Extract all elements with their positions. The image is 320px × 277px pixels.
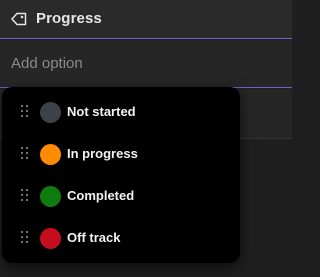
tag-icon <box>10 11 28 27</box>
grip-icon[interactable] <box>21 105 29 119</box>
status-color-dot <box>40 186 61 207</box>
add-option-input[interactable]: Add option <box>0 40 292 88</box>
grip-icon[interactable] <box>21 147 29 161</box>
status-options-menu: Not started In progress Completed Off tr… <box>2 87 240 263</box>
status-color-dot <box>40 144 61 165</box>
menu-item-label: Not started <box>67 104 136 119</box>
menu-item-label: Completed <box>67 188 135 203</box>
menu-item-off-track[interactable]: Off track <box>2 221 240 257</box>
add-option-placeholder: Add option <box>11 55 83 72</box>
menu-item-in-progress[interactable]: In progress <box>2 137 240 173</box>
menu-item-label: In progress <box>67 146 138 161</box>
progress-field-editor: Progress Add option Not started In progr… <box>0 0 292 277</box>
menu-item-not-started[interactable]: Not started <box>2 95 240 131</box>
field-header: Progress <box>0 0 292 39</box>
menu-item-label: Off track <box>67 230 121 245</box>
grip-icon[interactable] <box>21 189 29 203</box>
field-title: Progress <box>36 10 102 27</box>
grip-icon[interactable] <box>21 231 29 245</box>
status-color-dot <box>40 228 61 249</box>
status-color-dot <box>40 102 61 123</box>
menu-item-completed[interactable]: Completed <box>2 179 240 215</box>
